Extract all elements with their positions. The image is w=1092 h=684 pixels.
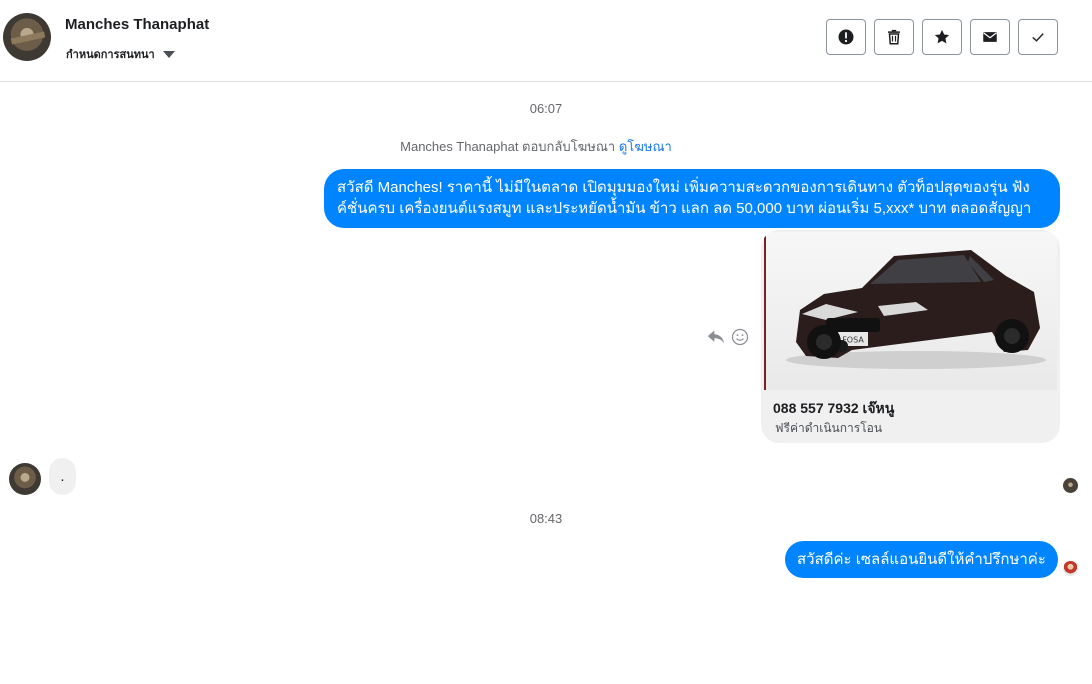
star-icon [934,29,950,44]
reply-icon[interactable] [706,328,726,346]
timestamp: 06:07 [529,101,563,116]
outgoing-message[interactable]: สวัสดีค่ะ เซลล์แอนยินดีให้คำปรึกษาค่ะ [785,541,1058,578]
delete-button[interactable] [874,19,914,55]
star-button[interactable] [922,19,962,55]
envelope-icon [983,32,997,42]
mark-unread-button[interactable] [970,19,1010,55]
thread-header: Manches Thanaphat กำหนดการสนทนา [0,0,1092,82]
seen-avatar [1063,561,1078,576]
seen-avatar [1063,478,1078,493]
ad-reply-text: Manches Thanaphat ตอบกลับโฆษณา [400,139,616,154]
contact-name[interactable]: Manches Thanaphat [65,16,209,33]
view-ad-link[interactable]: ดูโฆษณา [619,139,672,154]
car-image-icon[interactable]: FOSA [764,232,1057,390]
conversation-label-dropdown[interactable]: กำหนดการสนทนา [66,45,175,63]
card-title[interactable]: 088 557 7932 เจ๊หนู [773,398,894,420]
smiley-icon[interactable] [731,328,749,346]
check-icon [1032,33,1044,42]
done-button[interactable] [1018,19,1058,55]
incoming-message[interactable]: . [49,458,76,495]
caret-down-icon [162,50,175,58]
attachment-card[interactable]: FOSA 088 557 7932 เจ๊หนู ฟรีค่าดำเนินการ… [761,230,1060,443]
thread-toolbar [826,19,1058,55]
trash-icon [888,29,900,45]
timestamp: 08:43 [529,511,563,526]
card-subtitle: ฟรีค่าดำเนินการโอน [775,421,883,435]
contact-avatar[interactable] [3,13,51,61]
conversation-label-text: กำหนดการสนทนา [66,49,155,61]
car-illustration: FOSA [786,250,1046,369]
ad-reply-notice: Manches Thanaphat ตอบกลับโฆษณา ดูโฆษณา [0,136,1072,157]
sender-avatar[interactable] [9,463,41,495]
outgoing-message[interactable]: สวัสดี Manches! ราคานี้ ไม่มีในตลาด เปิด… [324,169,1060,228]
report-button[interactable] [826,19,866,55]
alert-icon [838,29,854,45]
